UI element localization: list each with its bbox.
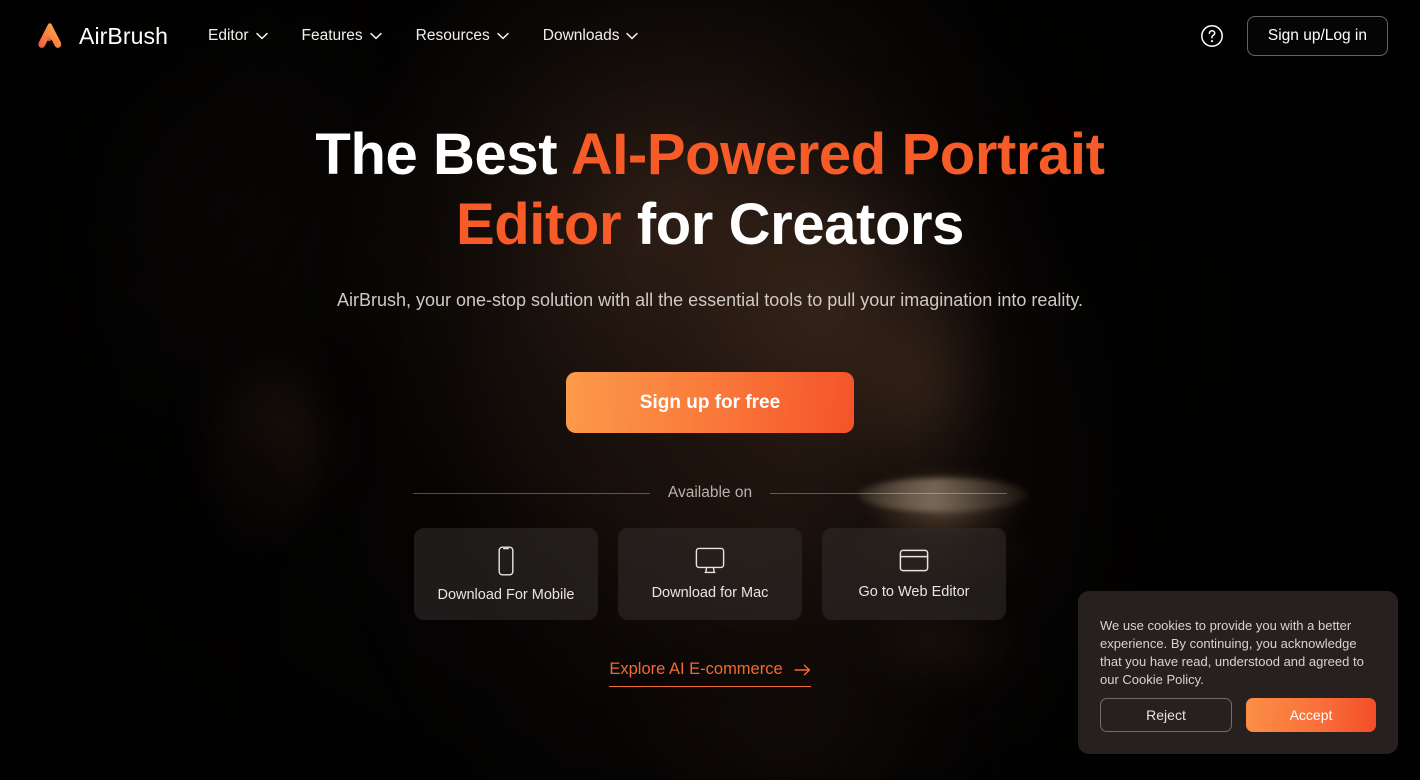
cookie-accept-button[interactable]: Accept xyxy=(1246,698,1376,732)
chevron-down-icon xyxy=(626,32,639,40)
headline-part-2: for Creators xyxy=(621,192,965,257)
nav-item-features[interactable]: Features xyxy=(302,27,382,45)
available-on-divider: Available on xyxy=(413,484,1008,502)
cookie-reject-button[interactable]: Reject xyxy=(1100,698,1232,732)
divider-line-right xyxy=(770,492,1008,494)
arrow-right-icon xyxy=(793,664,810,675)
nav-item-downloads[interactable]: Downloads xyxy=(543,27,639,45)
main-navigation: Editor Features Resources Downloads xyxy=(208,27,639,45)
download-card-label: Download For Mobile xyxy=(437,586,575,603)
cookie-actions: Reject Accept xyxy=(1100,698,1376,732)
airbrush-logo-icon xyxy=(38,23,62,48)
help-circle-icon[interactable] xyxy=(1199,23,1225,49)
header-actions: Sign up/Log in xyxy=(1199,16,1388,56)
explore-link-label: Explore AI E-commerce xyxy=(609,660,783,678)
download-options: Download For Mobile Download for Mac Go … xyxy=(414,528,1006,620)
signup-login-button[interactable]: Sign up/Log in xyxy=(1246,16,1388,56)
hero-subtitle: AirBrush, your one-stop solution with al… xyxy=(336,290,1084,310)
headline-part-1: The Best xyxy=(315,122,571,187)
brand-logo-link[interactable]: AirBrush xyxy=(32,18,168,54)
page-title: The Best AI-Powered Portrait Editor for … xyxy=(260,120,1160,260)
nav-item-resources[interactable]: Resources xyxy=(416,27,509,45)
download-card-label: Download for Mac xyxy=(651,585,769,601)
explore-ecommerce-link[interactable]: Explore AI E-commerce xyxy=(609,660,811,687)
chevron-down-icon xyxy=(369,32,382,40)
download-card-label: Go to Web Editor xyxy=(858,584,970,600)
divider-line-left xyxy=(413,492,650,494)
available-on-label: Available on xyxy=(667,484,753,501)
nav-item-editor[interactable]: Editor xyxy=(208,27,268,45)
nav-item-label: Downloads xyxy=(542,27,620,44)
download-mac-card[interactable]: Download for Mac xyxy=(618,528,802,620)
download-mobile-card[interactable]: Download For Mobile xyxy=(414,528,598,620)
desktop-monitor-icon xyxy=(695,547,725,574)
chevron-down-icon xyxy=(255,32,268,40)
nav-item-label: Features xyxy=(301,27,363,44)
brand-name: AirBrush xyxy=(79,22,168,49)
cookie-consent-banner: We use cookies to provide you with a bet… xyxy=(1078,591,1398,754)
browser-window-icon xyxy=(899,549,929,572)
nav-item-label: Resources xyxy=(415,27,490,44)
cookie-message: We use cookies to provide you with a bet… xyxy=(1100,618,1364,687)
chevron-down-icon xyxy=(497,32,509,40)
web-editor-card[interactable]: Go to Web Editor xyxy=(822,528,1006,620)
signup-free-button[interactable]: Sign up for free xyxy=(566,372,854,433)
mobile-phone-icon xyxy=(498,546,514,576)
nav-item-label: Editor xyxy=(208,27,249,44)
site-header: AirBrush Editor Features Resources Downl… xyxy=(0,0,1420,72)
